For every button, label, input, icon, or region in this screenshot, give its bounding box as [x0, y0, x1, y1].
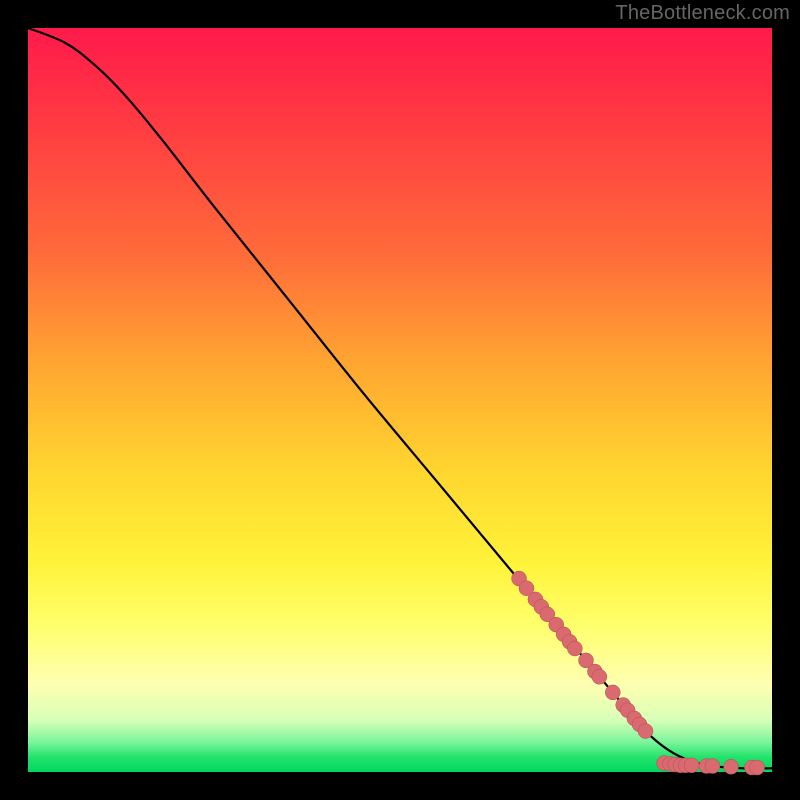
data-point — [592, 669, 607, 684]
data-point — [567, 641, 582, 656]
data-point — [638, 724, 653, 739]
bottleneck-curve — [28, 28, 772, 768]
data-point — [705, 759, 720, 774]
data-markers — [512, 571, 765, 775]
plot-gradient-area — [28, 28, 772, 772]
data-point — [684, 758, 699, 773]
watermark-text: TheBottleneck.com — [615, 2, 790, 25]
chart-frame: TheBottleneck.com — [0, 0, 800, 800]
data-point — [605, 685, 620, 700]
curve-svg — [28, 28, 772, 772]
data-point — [724, 759, 739, 774]
data-point — [750, 760, 765, 775]
